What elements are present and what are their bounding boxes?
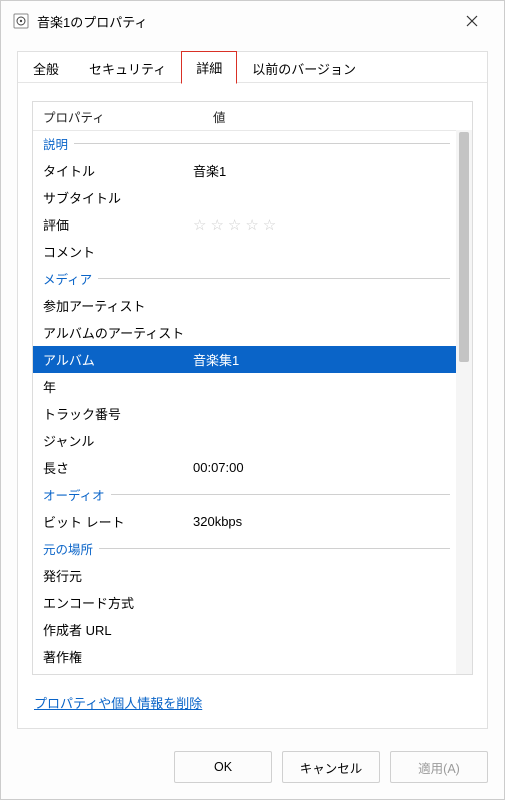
window-title: 音楽1のプロパティ — [37, 12, 452, 31]
row-label: 著作権 — [39, 647, 193, 666]
row-label: 評価 — [39, 215, 193, 234]
row-length[interactable]: 長さ 00:07:00 — [33, 454, 456, 481]
row-label: 長さ — [39, 458, 193, 477]
row-subtitle[interactable]: サブタイトル — [33, 184, 456, 211]
row-genre[interactable]: ジャンル — [33, 427, 456, 454]
row-label: ビット レート — [39, 512, 193, 531]
vertical-scrollbar[interactable] — [456, 130, 472, 674]
row-label: 年 — [39, 377, 193, 396]
column-property[interactable]: プロパティ — [33, 107, 203, 126]
cancel-button[interactable]: キャンセル — [282, 751, 380, 783]
list-header: プロパティ 値 — [33, 102, 472, 131]
row-label: タイトル — [39, 161, 193, 180]
tab-panel: 全般 セキュリティ 詳細 以前のバージョン プロパティ 値 説明 — [17, 51, 488, 729]
close-button[interactable] — [452, 5, 492, 37]
column-value[interactable]: 値 — [203, 107, 472, 126]
row-value: 音楽集1 — [193, 350, 450, 369]
row-label: トラック番号 — [39, 404, 193, 423]
list-rows: 説明 タイトル 音楽1 サブタイトル 評価 ☆☆☆☆☆ — [33, 130, 456, 674]
row-album-artist[interactable]: アルバムのアーティスト — [33, 319, 456, 346]
row-comment[interactable]: コメント — [33, 238, 456, 265]
row-track[interactable]: トラック番号 — [33, 400, 456, 427]
row-label: ジャンル — [39, 431, 193, 450]
row-value: 音楽1 — [193, 161, 450, 180]
row-title[interactable]: タイトル 音楽1 — [33, 157, 456, 184]
row-label: 参加アーティスト — [39, 296, 193, 315]
rating-stars[interactable]: ☆☆☆☆☆ — [193, 216, 450, 234]
group-audio: オーディオ — [33, 481, 456, 508]
row-year[interactable]: 年 — [33, 373, 456, 400]
row-value: 320kbps — [193, 514, 450, 529]
row-album[interactable]: アルバム 音楽集1 — [33, 346, 456, 373]
row-label: エンコード方式 — [39, 593, 193, 612]
group-origin: 元の場所 — [33, 535, 456, 562]
row-artists[interactable]: 参加アーティスト — [33, 292, 456, 319]
tab-security[interactable]: セキュリティ — [74, 52, 181, 84]
ok-button[interactable]: OK — [174, 751, 272, 783]
row-label: アルバム — [39, 350, 193, 369]
apply-button[interactable]: 適用(A) — [390, 751, 488, 783]
remove-properties-row: プロパティや個人情報を削除 — [32, 675, 473, 720]
row-value: 00:07:00 — [193, 460, 450, 475]
properties-dialog: 音楽1のプロパティ 全般 セキュリティ 詳細 以前のバージョン プロパティ 値 — [0, 0, 505, 800]
row-label: 作成者 URL — [39, 620, 193, 639]
details-body: プロパティ 値 説明 タイトル 音楽1 サブタイトル — [18, 83, 487, 728]
row-label: サブタイトル — [39, 188, 193, 207]
scrollbar-thumb[interactable] — [459, 132, 469, 362]
remove-properties-link[interactable]: プロパティや個人情報を削除 — [34, 696, 202, 711]
group-description: 説明 — [33, 130, 456, 157]
row-label: コメント — [39, 242, 193, 261]
row-bitrate[interactable]: ビット レート 320kbps — [33, 508, 456, 535]
row-copyright[interactable]: 著作権 — [33, 643, 456, 670]
tab-strip: 全般 セキュリティ 詳細 以前のバージョン — [18, 51, 487, 83]
dialog-buttons: OK キャンセル 適用(A) — [1, 741, 504, 799]
row-encoding[interactable]: エンコード方式 — [33, 589, 456, 616]
tab-previous-versions[interactable]: 以前のバージョン — [237, 52, 371, 84]
tab-general[interactable]: 全般 — [18, 52, 74, 84]
row-label: 発行元 — [39, 566, 193, 585]
tab-details[interactable]: 詳細 — [181, 51, 237, 84]
row-author-url[interactable]: 作成者 URL — [33, 616, 456, 643]
row-publisher[interactable]: 発行元 — [33, 562, 456, 589]
titlebar: 音楽1のプロパティ — [1, 1, 504, 41]
row-rating[interactable]: 評価 ☆☆☆☆☆ — [33, 211, 456, 238]
group-media: メディア — [33, 265, 456, 292]
row-label: アルバムのアーティスト — [39, 323, 193, 342]
property-list: プロパティ 値 説明 タイトル 音楽1 サブタイトル — [32, 101, 473, 675]
file-type-icon — [13, 13, 29, 29]
